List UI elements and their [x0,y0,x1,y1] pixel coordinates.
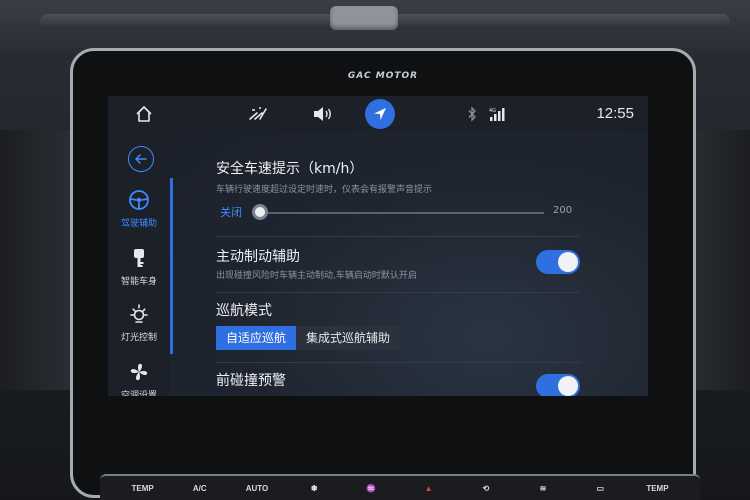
cruise-mode-title: 巡航模式 [216,303,272,319]
sidebar-item-climate[interactable]: 空调设置 [108,352,170,396]
console-ac[interactable]: A/C [171,484,228,493]
navigation-circle [365,99,395,129]
sidebar-item-label: 空调设置 [120,391,157,396]
console-button-row: TEMP A/C AUTO ✽ ♒ ▲ ⟲ ≋ ▭ TEMP [100,476,700,500]
navigation-button[interactable] [362,96,398,132]
collision-warning-title: 前碰撞预警 [216,373,286,389]
brand-logo: GAC MOTOR [347,71,419,81]
back-arrow-icon [135,154,147,164]
active-brake-description: 出现碰撞风险时车辆主动制动,车辆启动时默认开启 [216,271,417,281]
status-bar: 4G 12:55 [108,96,648,132]
sidebar-item-label: 灯光控制 [120,333,157,343]
wiper-button[interactable] [242,96,274,132]
cruise-mode-selector: 自适应巡航 集成式巡航辅助 [216,326,401,350]
divider [216,292,580,293]
bluetooth-indicator [462,96,482,132]
fan-icon [130,363,148,381]
console-auto[interactable]: AUTO [228,484,285,493]
divider [216,236,580,237]
console-recirculation-icon[interactable]: ⟲ [457,484,514,493]
cruise-option-integrated[interactable]: 集成式巡航辅助 [296,326,401,350]
sidebar-item-lighting[interactable]: 灯光控制 [108,294,170,352]
bluetooth-icon [468,106,476,122]
collision-warning-toggle[interactable] [536,374,580,396]
climate-console: TEMP A/C AUTO ✽ ♒ ▲ ⟲ ≋ ▭ TEMP [100,474,700,500]
console-rear-defrost-icon[interactable]: ≋ [514,484,571,493]
right-vent [690,130,750,390]
speed-slider-track[interactable] [260,212,544,214]
infotainment-screen: 4G 12:55 驾驶辅助 智能车身 灯光控制 空调设置 安全车速提示（km/h… [108,96,648,396]
speed-alert-title: 安全车速提示（km/h） [216,161,364,177]
home-icon [136,106,152,122]
active-brake-toggle[interactable] [536,250,580,274]
console-temp-left[interactable]: TEMP [114,484,171,493]
back-button[interactable] [128,146,154,172]
home-button[interactable] [128,96,160,132]
wiper-icon [249,107,267,120]
volume-button[interactable] [308,96,338,132]
sidebar-item-driving-assist[interactable]: 驾驶辅助 [108,180,170,238]
active-brake-title: 主动制动辅助 [216,249,300,265]
toggle-knob [558,376,578,396]
dashboard-clip [330,6,398,30]
console-seat-icon[interactable]: ▭ [572,484,629,493]
settings-panel: 安全车速提示（km/h） 车辆行驶速度超过设定时速时，仪表会有报警声音提示 关闭… [216,132,580,396]
clock: 12:55 [596,105,634,122]
light-icon [130,304,148,323]
console-defrost-icon[interactable]: ♒ [343,484,400,493]
sidebar: 驾驶辅助 智能车身 灯光控制 空调设置 [108,132,170,396]
console-temp-right[interactable]: TEMP [629,484,686,493]
speed-slider-thumb[interactable] [252,204,268,220]
left-vent [0,130,70,390]
toggle-knob [558,252,578,272]
sidebar-active-indicator [170,178,173,354]
car-key-icon [134,249,144,267]
speed-slider-max-label: 200 [553,205,573,216]
cruise-option-adaptive[interactable]: 自适应巡航 [216,326,297,350]
signal-type-label: 4G [489,108,496,114]
signal-indicator: 4G [486,96,508,132]
console-hazard-icon[interactable]: ▲ [400,484,457,493]
sidebar-item-smart-body[interactable]: 智能车身 [108,238,170,296]
speed-alert-description: 车辆行驶速度超过设定时速时，仪表会有报警声音提示 [216,185,433,195]
navigation-icon [374,108,386,120]
volume-icon [314,107,331,121]
speed-slider-min-label: 关闭 [220,206,242,219]
signal-icon: 4G [489,108,505,121]
divider [216,362,580,363]
steering-wheel-icon [129,190,149,210]
console-fan-icon[interactable]: ✽ [286,484,343,493]
sidebar-item-label: 驾驶辅助 [120,219,157,229]
sidebar-item-label: 智能车身 [120,277,157,287]
